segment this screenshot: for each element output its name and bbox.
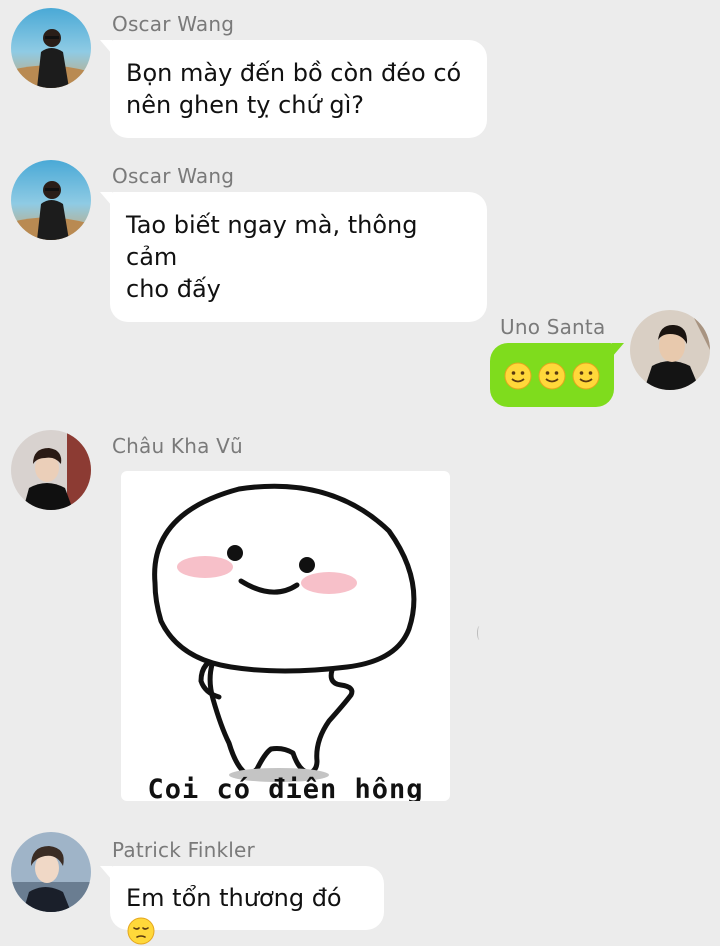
sender-name: Oscar Wang <box>112 164 235 188</box>
man-in-black-avatar-image <box>630 310 710 390</box>
slightly-smiling-face-icon <box>538 362 566 390</box>
message-bubble[interactable]: Em tổn thương đó <box>100 866 384 945</box>
stray-mark <box>477 626 482 640</box>
pensive-face-icon <box>127 917 155 945</box>
white-blob-sticker-icon <box>152 483 417 782</box>
sticker-caption: Coi có điên hông <box>147 774 424 801</box>
slightly-smiling-face-icon <box>572 362 600 390</box>
man-in-suit-avatar-image <box>11 430 91 510</box>
man-in-desert-avatar-image <box>11 160 91 240</box>
message-bubble[interactable]: Tao biết ngay mà, thông cảm cho đấy <box>100 192 487 322</box>
emoji-row <box>504 362 600 390</box>
man-portrait-avatar-image <box>11 832 91 912</box>
message-text: Em tổn thương đó <box>126 884 342 912</box>
sender-avatar[interactable] <box>11 832 91 912</box>
man-in-desert-avatar-image <box>11 8 91 88</box>
sender-name: Châu Kha Vũ <box>112 434 243 458</box>
sticker-image[interactable]: Coi có điên hông <box>121 471 450 801</box>
sender-avatar[interactable] <box>11 160 91 240</box>
sender-name: Oscar Wang <box>112 12 235 36</box>
message-bubble[interactable] <box>490 343 624 407</box>
sender-avatar[interactable] <box>630 310 710 390</box>
sender-name: Uno Santa <box>500 315 606 339</box>
sender-avatar[interactable] <box>11 8 91 88</box>
message-bubble[interactable]: Bọn mày đến bồ còn đéo có nên ghen tỵ ch… <box>100 40 487 138</box>
message-text-line: cho đấy <box>126 275 221 303</box>
slightly-smiling-face-icon <box>504 362 532 390</box>
message-text-line: nên ghen tỵ chứ gì? <box>126 91 364 119</box>
sender-avatar[interactable] <box>11 430 91 510</box>
message-text-line: Bọn mày đến bồ còn đéo có <box>126 59 462 87</box>
sender-name: Patrick Finkler <box>112 838 255 862</box>
message-text-line: Tao biết ngay mà, thông cảm <box>126 211 418 271</box>
